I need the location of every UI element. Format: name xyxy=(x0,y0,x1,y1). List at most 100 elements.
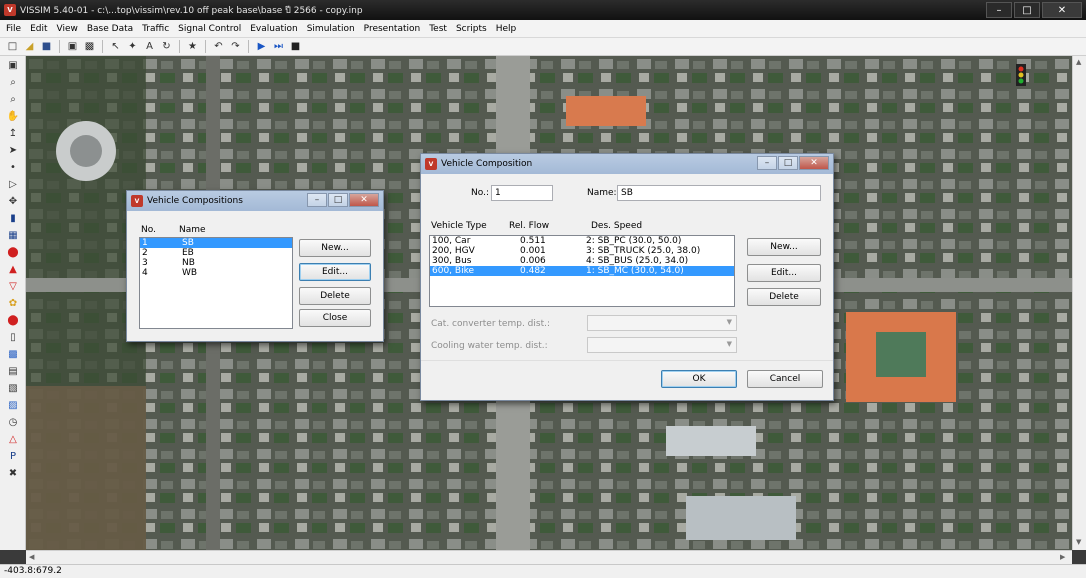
link-icon[interactable]: ↥ xyxy=(4,127,22,141)
parking-lot-icon[interactable]: P xyxy=(4,450,22,464)
table-row[interactable]: 100, Car 0.511 2: SB_PC (30.0, 50.0) xyxy=(430,236,734,246)
menu-presentation[interactable]: Presentation xyxy=(364,24,421,34)
no-field[interactable]: 1 xyxy=(491,185,553,201)
priority-icon[interactable]: ✿ xyxy=(4,297,22,311)
undo-icon[interactable]: ↶ xyxy=(212,40,225,53)
new-file-icon[interactable]: □ xyxy=(6,40,19,53)
menu-scripts[interactable]: Scripts xyxy=(456,24,487,34)
zoom-in-icon[interactable]: ⌕ xyxy=(4,76,22,90)
chevron-down-icon: ▼ xyxy=(726,318,732,326)
zoom-out-icon[interactable]: ⌕ xyxy=(4,93,22,107)
vissim-app-icon: V xyxy=(131,195,143,207)
name-field[interactable]: SB xyxy=(617,185,821,201)
dialog-titlebar[interactable]: V Vehicle Compositions – □ ✕ xyxy=(127,191,383,211)
network-icon[interactable]: ✦ xyxy=(126,40,139,53)
redo-icon[interactable]: ↷ xyxy=(229,40,242,53)
step-forward-icon[interactable]: ⏭ xyxy=(272,40,285,53)
cooling-water-select[interactable]: ▼ xyxy=(587,337,737,353)
yield-icon[interactable]: ▽ xyxy=(4,280,22,294)
column-header-vehicle-type: Vehicle Type xyxy=(431,221,487,231)
cancel-button[interactable]: Cancel xyxy=(747,370,823,388)
edit-vehicle-type-button[interactable]: Edit... xyxy=(747,264,821,282)
text-size-icon[interactable]: A xyxy=(143,40,156,53)
delete-vehicle-type-button[interactable]: Delete xyxy=(747,288,821,306)
new-composition-button[interactable]: New... xyxy=(299,239,371,257)
stop-icon[interactable]: ■ xyxy=(289,40,302,53)
cat-converter-select[interactable]: ▼ xyxy=(587,315,737,331)
node-icon[interactable]: • xyxy=(4,161,22,175)
vissim-app-icon: V xyxy=(4,4,16,16)
queue-counter-icon[interactable]: ▨ xyxy=(4,399,22,413)
menu-test[interactable]: Test xyxy=(429,24,447,34)
zoom-icon[interactable]: ▣ xyxy=(4,59,22,73)
close-button[interactable]: Close xyxy=(299,309,371,327)
pan-icon[interactable]: ✋ xyxy=(4,110,22,124)
travel-time-icon[interactable]: ▧ xyxy=(4,382,22,396)
scroll-left-icon[interactable]: ◀ xyxy=(29,553,34,561)
traffic-light-icon[interactable]: ▯ xyxy=(4,331,22,345)
compositions-list[interactable]: 1 SB 2 EB 3 NB 4 WB xyxy=(139,237,293,329)
route-icon[interactable]: ➤ xyxy=(4,144,22,158)
signal-icon[interactable]: ⬤ xyxy=(4,314,22,328)
print-icon[interactable]: ▩ xyxy=(83,40,96,53)
select-arrow-icon[interactable]: ↖ xyxy=(109,40,122,53)
minimize-icon[interactable]: – xyxy=(757,156,777,170)
menu-evaluation[interactable]: Evaluation xyxy=(250,24,298,34)
print-preview-icon[interactable]: ▣ xyxy=(66,40,79,53)
detector-icon[interactable]: ▩ xyxy=(4,348,22,362)
scroll-down-icon[interactable]: ▼ xyxy=(1076,538,1081,546)
maximize-icon[interactable]: □ xyxy=(778,156,798,170)
menu-traffic[interactable]: Traffic xyxy=(142,24,169,34)
horizontal-scrollbar[interactable]: ◀ ▶ xyxy=(26,550,1072,564)
column-header-no: No. xyxy=(141,225,156,235)
vehicle-input-icon[interactable]: ▮ xyxy=(4,212,22,226)
edit-composition-button[interactable]: Edit... xyxy=(299,263,371,281)
new-vehicle-type-button[interactable]: New... xyxy=(747,238,821,256)
composition-table[interactable]: 100, Car 0.511 2: SB_PC (30.0, 50.0) 200… xyxy=(429,235,735,307)
scroll-up-icon[interactable]: ▲ xyxy=(1076,58,1081,66)
toolbar-separator xyxy=(179,40,180,53)
parking-icon[interactable]: ▦ xyxy=(4,229,22,243)
menu-base-data[interactable]: Base Data xyxy=(87,24,133,34)
menu-file[interactable]: File xyxy=(6,24,21,34)
ok-button[interactable]: OK xyxy=(661,370,737,388)
transit-icon[interactable]: ✖ xyxy=(4,467,22,481)
select-icon[interactable]: ▷ xyxy=(4,178,22,192)
delete-composition-button[interactable]: Delete xyxy=(299,287,371,305)
open-folder-icon[interactable]: ◢ xyxy=(23,40,36,53)
menu-help[interactable]: Help xyxy=(496,24,517,34)
clock-icon[interactable]: ◷ xyxy=(4,416,22,430)
close-icon[interactable]: ✕ xyxy=(799,156,829,170)
maximize-icon[interactable]: □ xyxy=(328,193,348,207)
dialog-titlebar[interactable]: V Vehicle Composition – □ ✕ xyxy=(421,154,833,174)
toolbar-separator xyxy=(59,40,60,53)
play-icon[interactable]: ▶ xyxy=(255,40,268,53)
pedestrian-icon[interactable]: ★ xyxy=(186,40,199,53)
menu-view[interactable]: View xyxy=(57,24,78,34)
list-item[interactable]: 2 EB xyxy=(140,248,292,258)
save-icon[interactable]: ■ xyxy=(40,40,53,53)
list-item[interactable]: 4 WB xyxy=(140,268,292,278)
alert-icon[interactable]: △ xyxy=(4,433,22,447)
minimize-icon[interactable]: – xyxy=(307,193,327,207)
maximize-button[interactable]: □ xyxy=(1014,2,1040,18)
table-row[interactable]: 600, Bike 0.482 1: SB_MC (30.0, 54.0) xyxy=(430,266,734,276)
scroll-right-icon[interactable]: ▶ xyxy=(1060,553,1065,561)
close-window-button[interactable]: ✕ xyxy=(1042,2,1082,18)
rotate-icon[interactable]: ↻ xyxy=(160,40,173,53)
warning-icon[interactable]: ▲ xyxy=(4,263,22,277)
close-icon[interactable]: ✕ xyxy=(349,193,379,207)
menu-edit[interactable]: Edit xyxy=(30,24,47,34)
vertical-scrollbar[interactable]: ▲ ▼ xyxy=(1072,56,1086,550)
table-row[interactable]: 200, HGV 0.001 3: SB_TRUCK (25.0, 38.0) xyxy=(430,246,734,256)
minimize-button[interactable]: – xyxy=(986,2,1012,18)
table-row[interactable]: 300, Bus 0.006 4: SB_BUS (25.0, 34.0) xyxy=(430,256,734,266)
menu-simulation[interactable]: Simulation xyxy=(307,24,355,34)
list-item[interactable]: 3 NB xyxy=(140,258,292,268)
stop-sign-icon[interactable]: ⬤ xyxy=(4,246,22,260)
list-item[interactable]: 1 SB xyxy=(140,238,292,248)
left-toolbar: ▣ ⌕ ⌕ ✋ ↥ ➤ • ▷ ✥ ▮ ▦ ⬤ ▲ ▽ ✿ ⬤ ▯ ▩ ▤ ▧ … xyxy=(0,56,26,550)
move-icon[interactable]: ✥ xyxy=(4,195,22,209)
data-collection-icon[interactable]: ▤ xyxy=(4,365,22,379)
menu-signal-control[interactable]: Signal Control xyxy=(178,24,241,34)
